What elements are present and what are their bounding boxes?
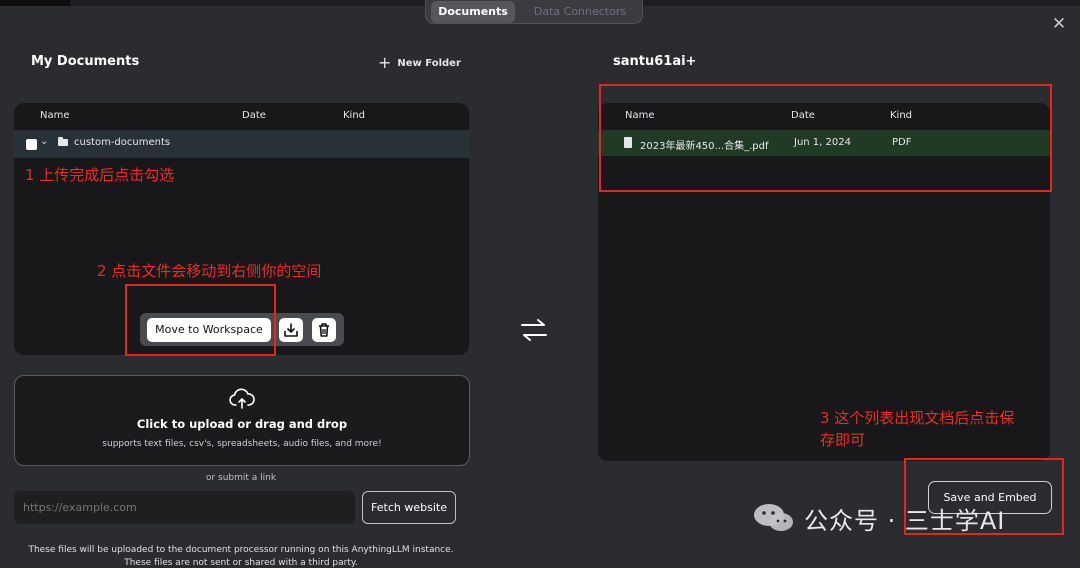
trash-icon bbox=[319, 323, 329, 337]
cloud-upload-icon bbox=[229, 388, 255, 409]
chevron-down-icon[interactable]: ⌄ bbox=[40, 136, 48, 147]
upload-title: Click to upload or drag and drop bbox=[136, 417, 348, 431]
annotation-box-file-list bbox=[599, 84, 1052, 192]
annotation-note-3-line2: 存即可 bbox=[820, 431, 866, 449]
annotation-note-2: 2 点击文件会移动到右侧你的空间 bbox=[97, 262, 322, 280]
upload-footnote: These files will be uploaded to the docu… bbox=[28, 545, 454, 555]
plus-icon: + bbox=[378, 53, 392, 72]
annotation-note-1: 1 上传完成后点击勾选 bbox=[25, 166, 175, 184]
annotation-note-3-line1: 3 这个列表出现文档后点击保 bbox=[820, 409, 1015, 427]
or-submit-link-label: or submit a link bbox=[205, 473, 277, 483]
upload-footnote-2: These files are not sent or shared with … bbox=[124, 558, 358, 568]
column-name[interactable]: Name bbox=[40, 110, 70, 121]
new-folder-button[interactable]: + New Folder bbox=[378, 53, 461, 72]
upload-subtitle: supports text files, csv's, spreadsheets… bbox=[102, 439, 382, 449]
swap-arrows-icon bbox=[521, 319, 547, 341]
column-date[interactable]: Date bbox=[242, 110, 266, 121]
new-folder-label: New Folder bbox=[397, 58, 461, 69]
tab-data-connectors[interactable]: Data Connectors bbox=[522, 1, 638, 23]
delete-button[interactable] bbox=[312, 318, 336, 342]
folder-checkbox[interactable] bbox=[26, 139, 37, 150]
tab-documents[interactable]: Documents bbox=[431, 1, 515, 23]
wechat-logo bbox=[754, 504, 793, 531]
annotation-box-move bbox=[125, 284, 276, 356]
my-documents-title: My Documents bbox=[31, 54, 140, 69]
folder-name: custom-documents bbox=[74, 137, 171, 148]
upload-dropzone[interactable]: Click to upload or drag and drop support… bbox=[14, 375, 470, 466]
folder-icon bbox=[58, 137, 68, 146]
tab-bar: Documents Data Connectors bbox=[425, 0, 643, 24]
column-kind[interactable]: Kind bbox=[343, 110, 365, 121]
download-button[interactable] bbox=[279, 318, 303, 342]
top-strip-dark bbox=[0, 0, 70, 6]
link-url-input[interactable] bbox=[14, 491, 355, 524]
workspace-title: santu61ai+ bbox=[613, 54, 697, 69]
table-header: Name Date Kind bbox=[14, 103, 469, 129]
download-icon bbox=[284, 323, 298, 337]
fetch-website-button[interactable]: Fetch website bbox=[362, 491, 456, 524]
close-icon[interactable]: ✕ bbox=[1051, 16, 1067, 33]
watermark-text: 公众号 · 三士学AI bbox=[804, 507, 1006, 535]
